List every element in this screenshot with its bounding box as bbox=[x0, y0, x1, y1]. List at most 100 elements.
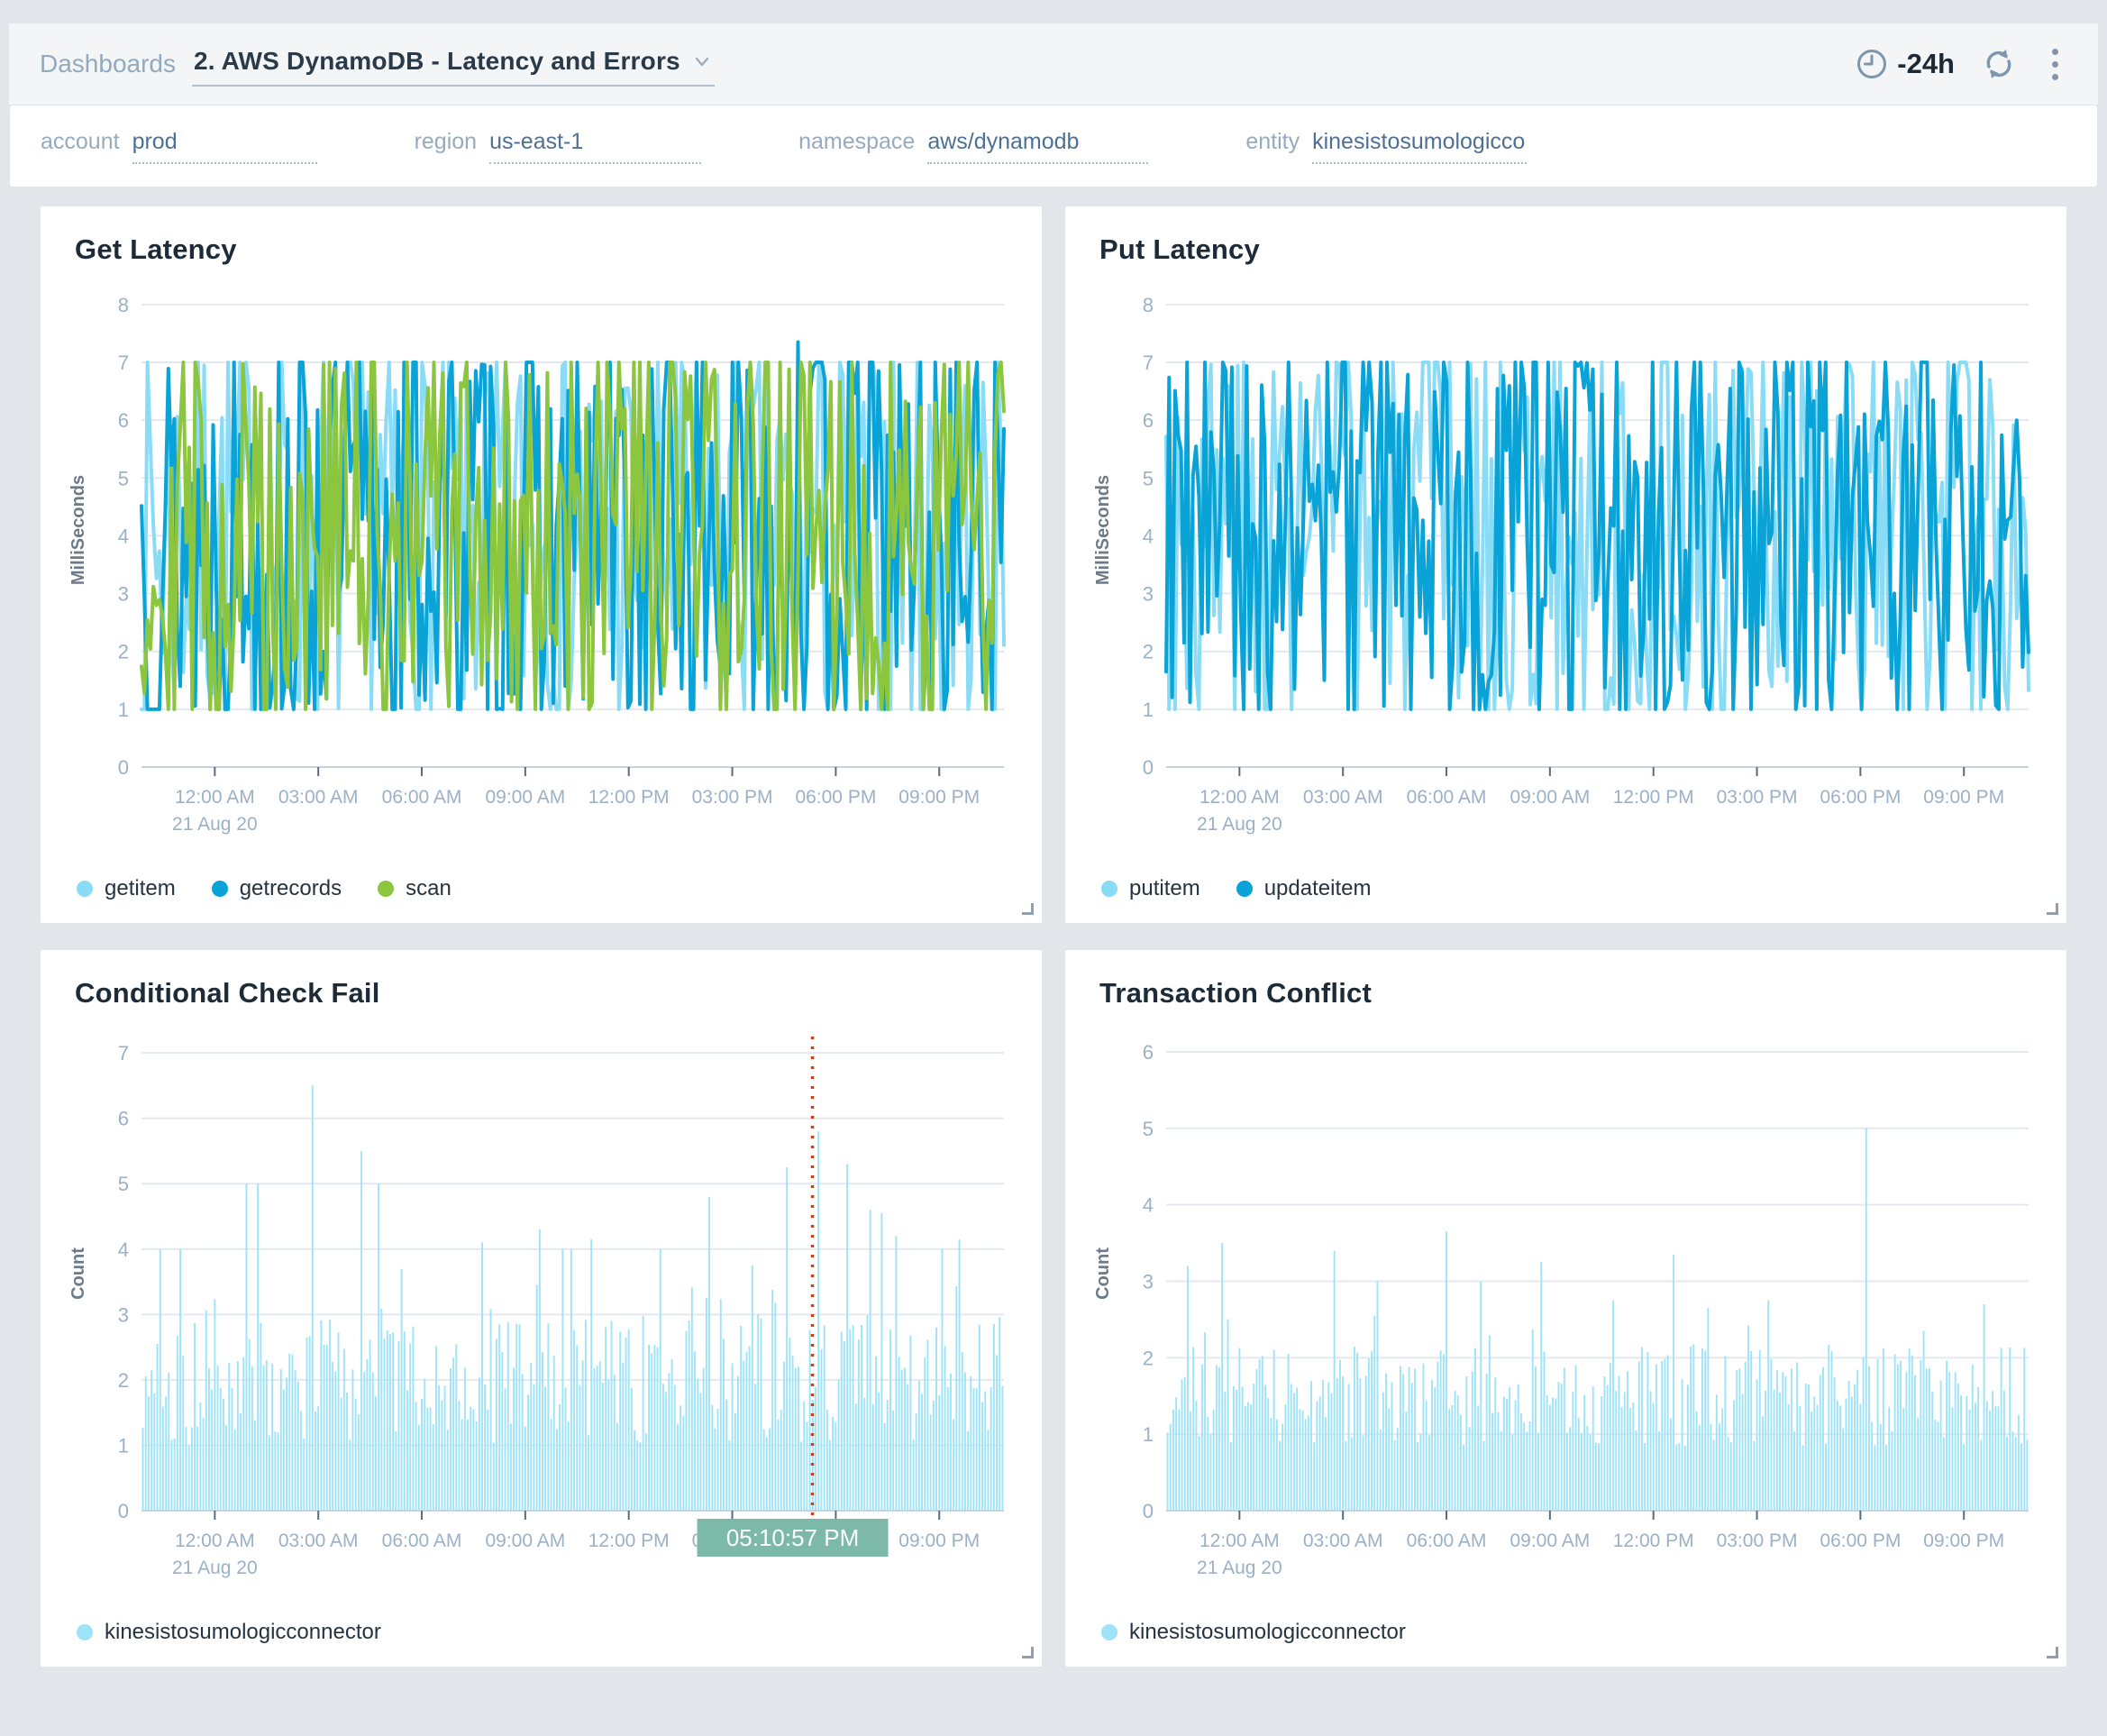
svg-text:5: 5 bbox=[1143, 1118, 1154, 1140]
get-latency-chart[interactable]: 012345678MilliSeconds12:00 AM21 Aug 2003… bbox=[64, 275, 1018, 863]
legend-label: getrecords bbox=[240, 876, 342, 901]
filter-value[interactable]: us-east-1 bbox=[489, 129, 701, 164]
svg-text:MilliSeconds: MilliSeconds bbox=[1093, 475, 1113, 585]
svg-text:1: 1 bbox=[118, 1434, 129, 1457]
svg-text:09:00 PM: 09:00 PM bbox=[1923, 787, 2004, 808]
put-latency-chart[interactable]: 012345678MilliSeconds12:00 AM21 Aug 2003… bbox=[1089, 275, 2043, 863]
filter-value[interactable]: aws/dynamodb bbox=[927, 129, 1148, 164]
svg-text:12:00 AM: 12:00 AM bbox=[1199, 1530, 1280, 1551]
svg-text:6: 6 bbox=[118, 1108, 129, 1130]
svg-text:3: 3 bbox=[118, 1303, 129, 1326]
legend-item-putitem[interactable]: putitem bbox=[1101, 876, 1200, 901]
svg-text:21 Aug 20: 21 Aug 20 bbox=[172, 814, 258, 835]
breadcrumb[interactable]: Dashboards bbox=[40, 50, 176, 78]
svg-text:6: 6 bbox=[118, 409, 129, 432]
svg-text:8: 8 bbox=[1143, 294, 1154, 316]
panel-title: Put Latency bbox=[1099, 233, 2043, 266]
svg-text:06:00 AM: 06:00 AM bbox=[1407, 1530, 1487, 1551]
svg-text:3: 3 bbox=[1143, 1270, 1154, 1293]
chart-svg: 0123456Count12:00 AM21 Aug 2003:00 AM06:… bbox=[1089, 1019, 2043, 1603]
svg-text:06:00 PM: 06:00 PM bbox=[1820, 787, 1901, 808]
filter-label: entity bbox=[1245, 129, 1300, 155]
svg-text:21 Aug 20: 21 Aug 20 bbox=[172, 1558, 258, 1578]
svg-text:1: 1 bbox=[1143, 699, 1154, 721]
svg-text:7: 7 bbox=[118, 352, 129, 374]
svg-text:4: 4 bbox=[1143, 525, 1154, 547]
svg-text:21 Aug 20: 21 Aug 20 bbox=[1197, 814, 1282, 835]
filter-label: region bbox=[415, 129, 478, 155]
svg-text:2: 2 bbox=[118, 641, 129, 663]
dashboard-page: Dashboards 2. AWS DynamoDB - Latency and… bbox=[0, 0, 2107, 1736]
panel-resize-handle[interactable] bbox=[2047, 1647, 2058, 1658]
legend-item-kinesistosumologicconnector[interactable]: kinesistosumologicconnector bbox=[77, 1620, 381, 1645]
legend-label: kinesistosumologicconnector bbox=[1129, 1620, 1406, 1645]
filter-label: account bbox=[41, 129, 120, 155]
legend-label: getitem bbox=[105, 876, 176, 901]
svg-text:03:00 AM: 03:00 AM bbox=[1303, 1530, 1383, 1551]
svg-text:4: 4 bbox=[1143, 1194, 1154, 1217]
svg-text:1: 1 bbox=[118, 699, 129, 721]
legend-item-getrecords[interactable]: getrecords bbox=[212, 876, 342, 901]
legend: kinesistosumologicconnector bbox=[1089, 1607, 2043, 1654]
svg-text:6: 6 bbox=[1143, 409, 1154, 432]
dashboard-title-selector[interactable]: 2. AWS DynamoDB - Latency and Errors bbox=[192, 41, 715, 87]
svg-text:12:00 PM: 12:00 PM bbox=[588, 787, 670, 808]
kebab-menu-icon[interactable] bbox=[2043, 45, 2067, 84]
svg-text:03:00 PM: 03:00 PM bbox=[1717, 1530, 1798, 1551]
svg-text:2: 2 bbox=[1143, 641, 1154, 663]
svg-text:09:00 AM: 09:00 AM bbox=[1510, 1530, 1590, 1551]
svg-text:4: 4 bbox=[118, 1238, 129, 1261]
svg-text:09:00 AM: 09:00 AM bbox=[485, 787, 565, 808]
legend-item-getitem[interactable]: getitem bbox=[77, 876, 176, 901]
conditional-check-fail-chart[interactable]: 01234567Count12:00 AM21 Aug 2003:00 AM06… bbox=[64, 1019, 1018, 1607]
chart-svg: 01234567Count12:00 AM21 Aug 2003:00 AM06… bbox=[64, 1019, 1018, 1603]
svg-text:Count: Count bbox=[1093, 1247, 1113, 1300]
svg-text:2: 2 bbox=[1143, 1347, 1154, 1369]
svg-text:2: 2 bbox=[118, 1369, 129, 1392]
svg-text:7: 7 bbox=[118, 1042, 129, 1064]
svg-text:5: 5 bbox=[118, 467, 129, 489]
legend-item-scan[interactable]: scan bbox=[378, 876, 452, 901]
svg-text:12:00 AM: 12:00 AM bbox=[175, 1530, 255, 1551]
refresh-icon bbox=[1982, 47, 2016, 81]
legend-item-kinesistosumologicconnector[interactable]: kinesistosumologicconnector bbox=[1101, 1620, 1406, 1645]
svg-text:09:00 PM: 09:00 PM bbox=[898, 787, 980, 808]
svg-text:0: 0 bbox=[118, 756, 129, 779]
page-title: 2. AWS DynamoDB - Latency and Errors bbox=[194, 47, 680, 76]
svg-text:6: 6 bbox=[1143, 1041, 1154, 1064]
svg-text:5: 5 bbox=[1143, 467, 1154, 489]
panel-resize-handle[interactable] bbox=[1022, 1647, 1034, 1658]
panel-title: Get Latency bbox=[75, 233, 1018, 266]
transaction-conflict-chart[interactable]: 0123456Count12:00 AM21 Aug 2003:00 AM06:… bbox=[1089, 1019, 2043, 1607]
filter-bar: accountprodregionus-east-1namespaceaws/d… bbox=[9, 105, 2098, 187]
chevron-down-icon bbox=[693, 52, 711, 70]
panel-resize-handle[interactable] bbox=[1022, 903, 1034, 915]
legend-swatch bbox=[1236, 881, 1253, 897]
svg-text:03:00 PM: 03:00 PM bbox=[692, 787, 773, 808]
panel-resize-handle[interactable] bbox=[2047, 903, 2058, 915]
panel-put-latency: Put Latency 012345678MilliSeconds12:00 A… bbox=[1064, 206, 2067, 924]
legend-swatch bbox=[1101, 881, 1117, 897]
svg-text:MilliSeconds: MilliSeconds bbox=[68, 475, 88, 585]
filter-account: account prod bbox=[41, 129, 317, 164]
svg-text:03:00 AM: 03:00 AM bbox=[278, 787, 359, 808]
legend-swatch bbox=[77, 881, 93, 897]
svg-text:8: 8 bbox=[118, 294, 129, 316]
svg-text:06:00 AM: 06:00 AM bbox=[382, 1530, 462, 1551]
panel-transaction-conflict: Transaction Conflict 0123456Count12:00 A… bbox=[1064, 949, 2067, 1667]
panel-title: Transaction Conflict bbox=[1099, 977, 2043, 1010]
chart-svg: 012345678MilliSeconds12:00 AM21 Aug 2003… bbox=[1089, 275, 2043, 859]
svg-text:0: 0 bbox=[1143, 1500, 1154, 1522]
refresh-button[interactable] bbox=[1982, 47, 2016, 81]
legend: putitem updateitem bbox=[1089, 863, 2043, 910]
panel-title: Conditional Check Fail bbox=[75, 977, 1018, 1010]
filter-value[interactable]: kinesistosumologicconnector bbox=[1312, 129, 1527, 164]
time-range-control[interactable]: -24h bbox=[1856, 48, 1955, 80]
filter-value[interactable]: prod bbox=[132, 129, 317, 164]
svg-text:3: 3 bbox=[1143, 583, 1154, 606]
svg-text:12:00 AM: 12:00 AM bbox=[175, 787, 255, 808]
svg-text:06:00 PM: 06:00 PM bbox=[795, 787, 876, 808]
legend-label: scan bbox=[406, 876, 452, 901]
legend-item-updateitem[interactable]: updateitem bbox=[1236, 876, 1372, 901]
svg-text:03:00 PM: 03:00 PM bbox=[1717, 787, 1798, 808]
